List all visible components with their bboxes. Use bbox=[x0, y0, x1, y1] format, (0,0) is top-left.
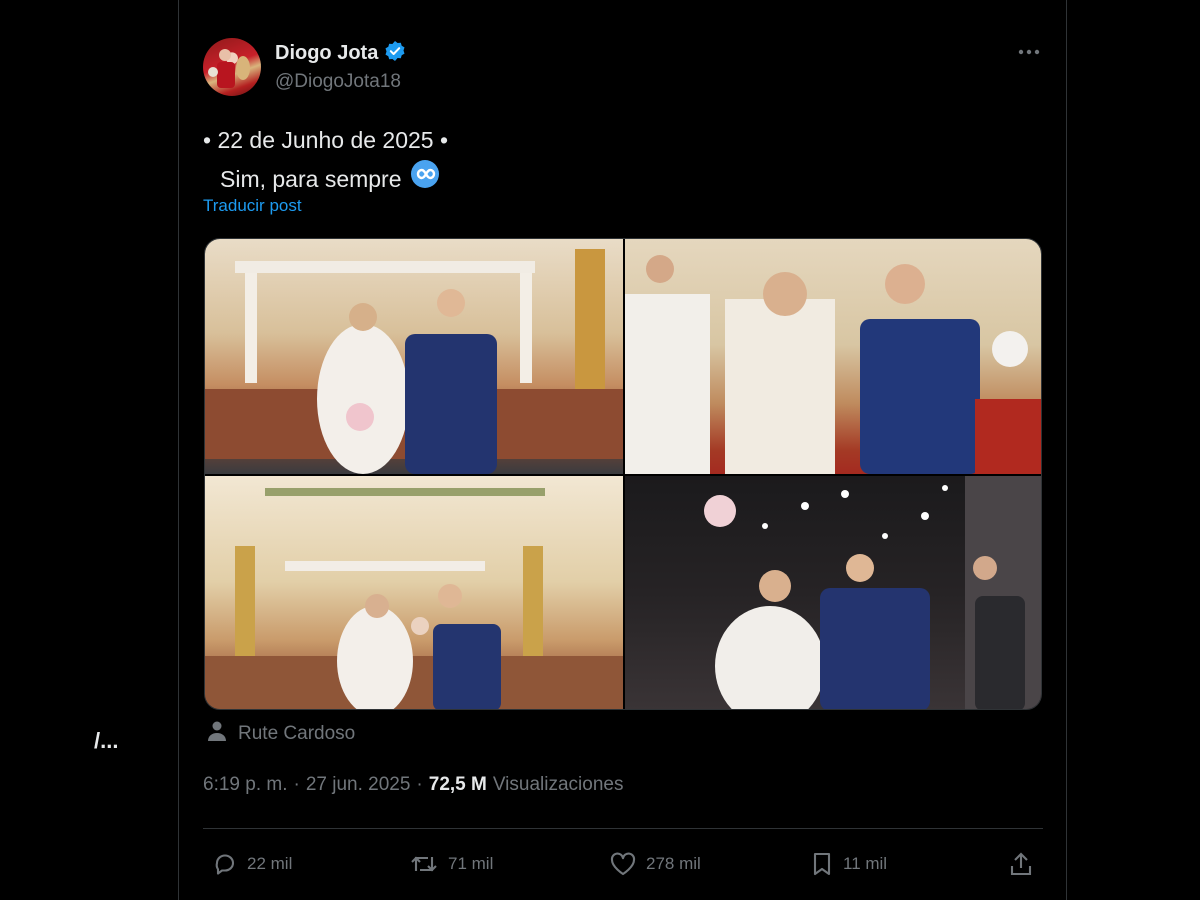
verified-badge-icon bbox=[384, 40, 406, 67]
repost-icon bbox=[408, 850, 440, 878]
person-icon bbox=[206, 720, 228, 748]
share-icon bbox=[1007, 850, 1035, 878]
divider bbox=[203, 828, 1043, 829]
like-button[interactable]: 278 mil bbox=[608, 846, 701, 882]
wedding-photo-4[interactable] bbox=[625, 476, 1041, 709]
post-metadata: 6:19 p. m. · 27 jun. 2025 · 72,5 M Visua… bbox=[203, 774, 623, 796]
bookmark-button[interactable]: 11 mil bbox=[809, 846, 887, 882]
tagged-user[interactable]: Rute Cardoso bbox=[206, 720, 355, 748]
media-grid bbox=[204, 238, 1042, 710]
post-header: Diogo Jota @DiogoJota18 bbox=[203, 38, 1043, 98]
tagged-user-name: Rute Cardoso bbox=[238, 723, 356, 744]
wedding-photo-2[interactable] bbox=[625, 239, 1041, 474]
heart-icon bbox=[608, 850, 638, 878]
reply-icon bbox=[211, 850, 239, 878]
side-fragment-text: /... bbox=[94, 728, 119, 753]
infinity-emoji-icon bbox=[410, 159, 440, 200]
wedding-photo-3[interactable] bbox=[205, 476, 623, 709]
post-time[interactable]: 6:19 p. m. bbox=[203, 774, 288, 796]
avatar[interactable] bbox=[203, 38, 261, 96]
wedding-photo-1[interactable] bbox=[205, 239, 623, 474]
post-text-line1: • 22 de Junho de 2025 • bbox=[203, 127, 449, 153]
post-date[interactable]: 27 jun. 2025 bbox=[306, 774, 411, 796]
like-count: 278 mil bbox=[646, 854, 701, 873]
share-button[interactable] bbox=[1007, 846, 1035, 882]
post-text: • 22 de Junho de 2025 • Sim, para sempre bbox=[203, 122, 448, 200]
author-name[interactable]: Diogo Jota bbox=[275, 42, 378, 65]
repost-count: 71 mil bbox=[448, 854, 494, 873]
reply-count: 22 mil bbox=[247, 854, 293, 873]
bookmark-count: 11 mil bbox=[843, 854, 888, 873]
translate-post-link[interactable]: Traducir post bbox=[203, 196, 302, 216]
meta-separator: · bbox=[293, 774, 300, 795]
post-text-line2: Sim, para sempre bbox=[220, 166, 402, 192]
action-bar: 22 mil 71 mil 278 mil 11 mil bbox=[203, 846, 1043, 886]
repost-button[interactable]: 71 mil bbox=[408, 846, 493, 882]
reply-button[interactable]: 22 mil bbox=[211, 846, 292, 882]
views-label: Visualizaciones bbox=[492, 774, 624, 795]
bookmark-icon bbox=[809, 850, 835, 878]
more-options-icon[interactable] bbox=[1015, 42, 1043, 62]
meta-separator: · bbox=[416, 774, 423, 795]
author-handle[interactable]: @DiogoJota18 bbox=[275, 71, 401, 93]
views-count: 72,5 M bbox=[428, 774, 487, 795]
